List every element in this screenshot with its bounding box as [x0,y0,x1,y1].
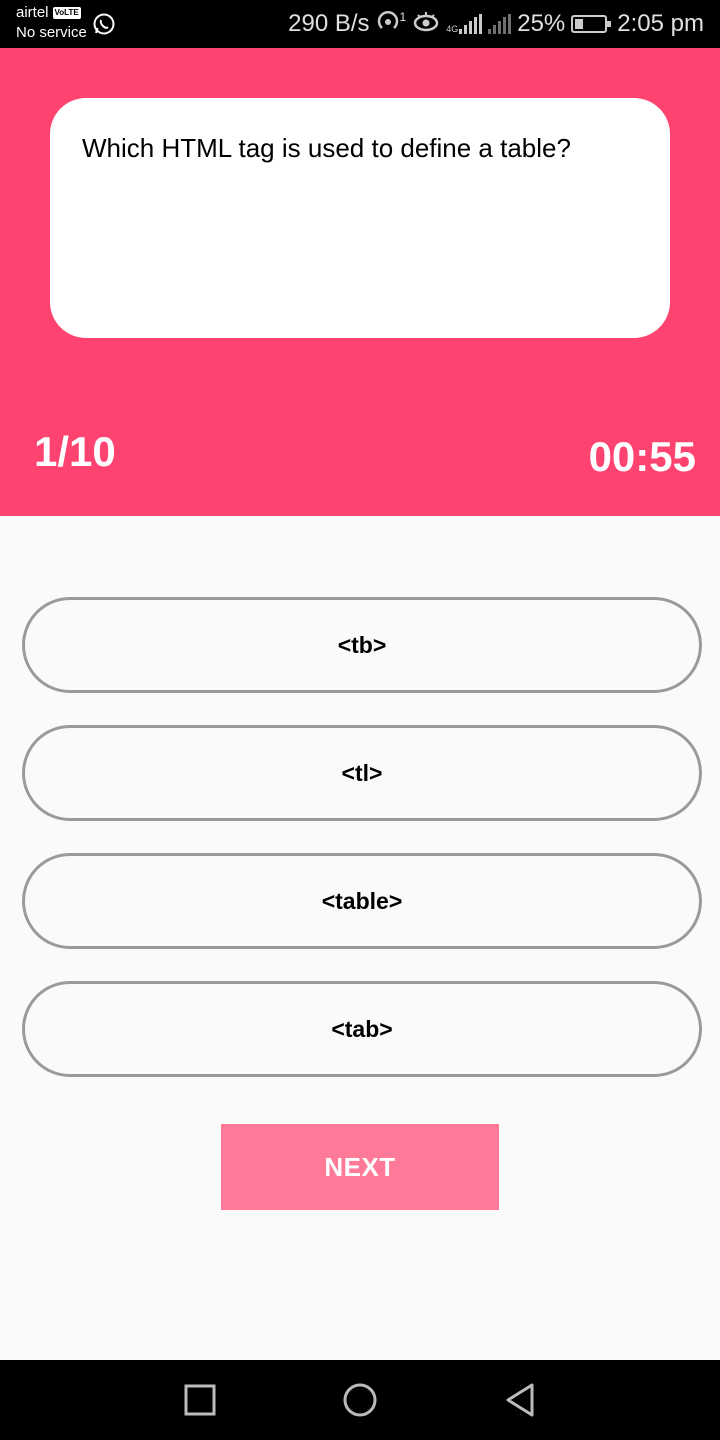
volte-badge: VoLTE [52,7,81,19]
back-icon[interactable] [500,1380,540,1420]
recent-apps-icon[interactable] [180,1380,220,1420]
home-icon[interactable] [340,1380,380,1420]
option-label: <tl> [341,759,383,786]
eye-icon [412,10,440,39]
question-header: Which HTML tag is used to define a table… [0,48,720,516]
status-bar: airtel VoLTE No service 290 B/s 1 4G 25%… [0,0,720,48]
carrier-name: airtel [16,4,49,21]
clock: 2:05 pm [617,10,704,37]
network-speed: 290 B/s [288,10,370,37]
navigation-bar [0,1360,720,1440]
question-card: Which HTML tag is used to define a table… [50,98,670,338]
option-label: <tb> [337,631,387,658]
no-signal-icon [488,14,512,34]
carrier-info: airtel VoLTE No service [16,4,87,42]
battery-icon [571,15,612,33]
option-button-1[interactable]: <tb> [22,597,702,693]
hotspot-count: 1 [399,10,407,24]
status-icons: 290 B/s 1 4G 25% 2:05 pm [288,0,704,48]
countdown-timer: 00:55 [588,433,696,480]
whatsapp-icon [93,13,115,35]
hotspot-icon [376,8,402,41]
network-type: 4G [446,24,459,34]
question-text: Which HTML tag is used to define a table… [82,133,571,163]
option-button-2[interactable]: <tl> [22,725,702,821]
next-label: NEXT [324,1151,396,1182]
option-button-3[interactable]: <table> [22,853,702,949]
option-button-4[interactable]: <tab> [22,981,702,1077]
next-button[interactable]: NEXT [221,1124,499,1210]
service-status: No service [16,24,87,41]
option-label: <tab> [331,1015,393,1042]
option-label: <table> [321,887,403,914]
battery-percent: 25% [517,10,566,37]
question-counter: 1/10 [34,428,116,475]
signal-icon [459,14,483,34]
